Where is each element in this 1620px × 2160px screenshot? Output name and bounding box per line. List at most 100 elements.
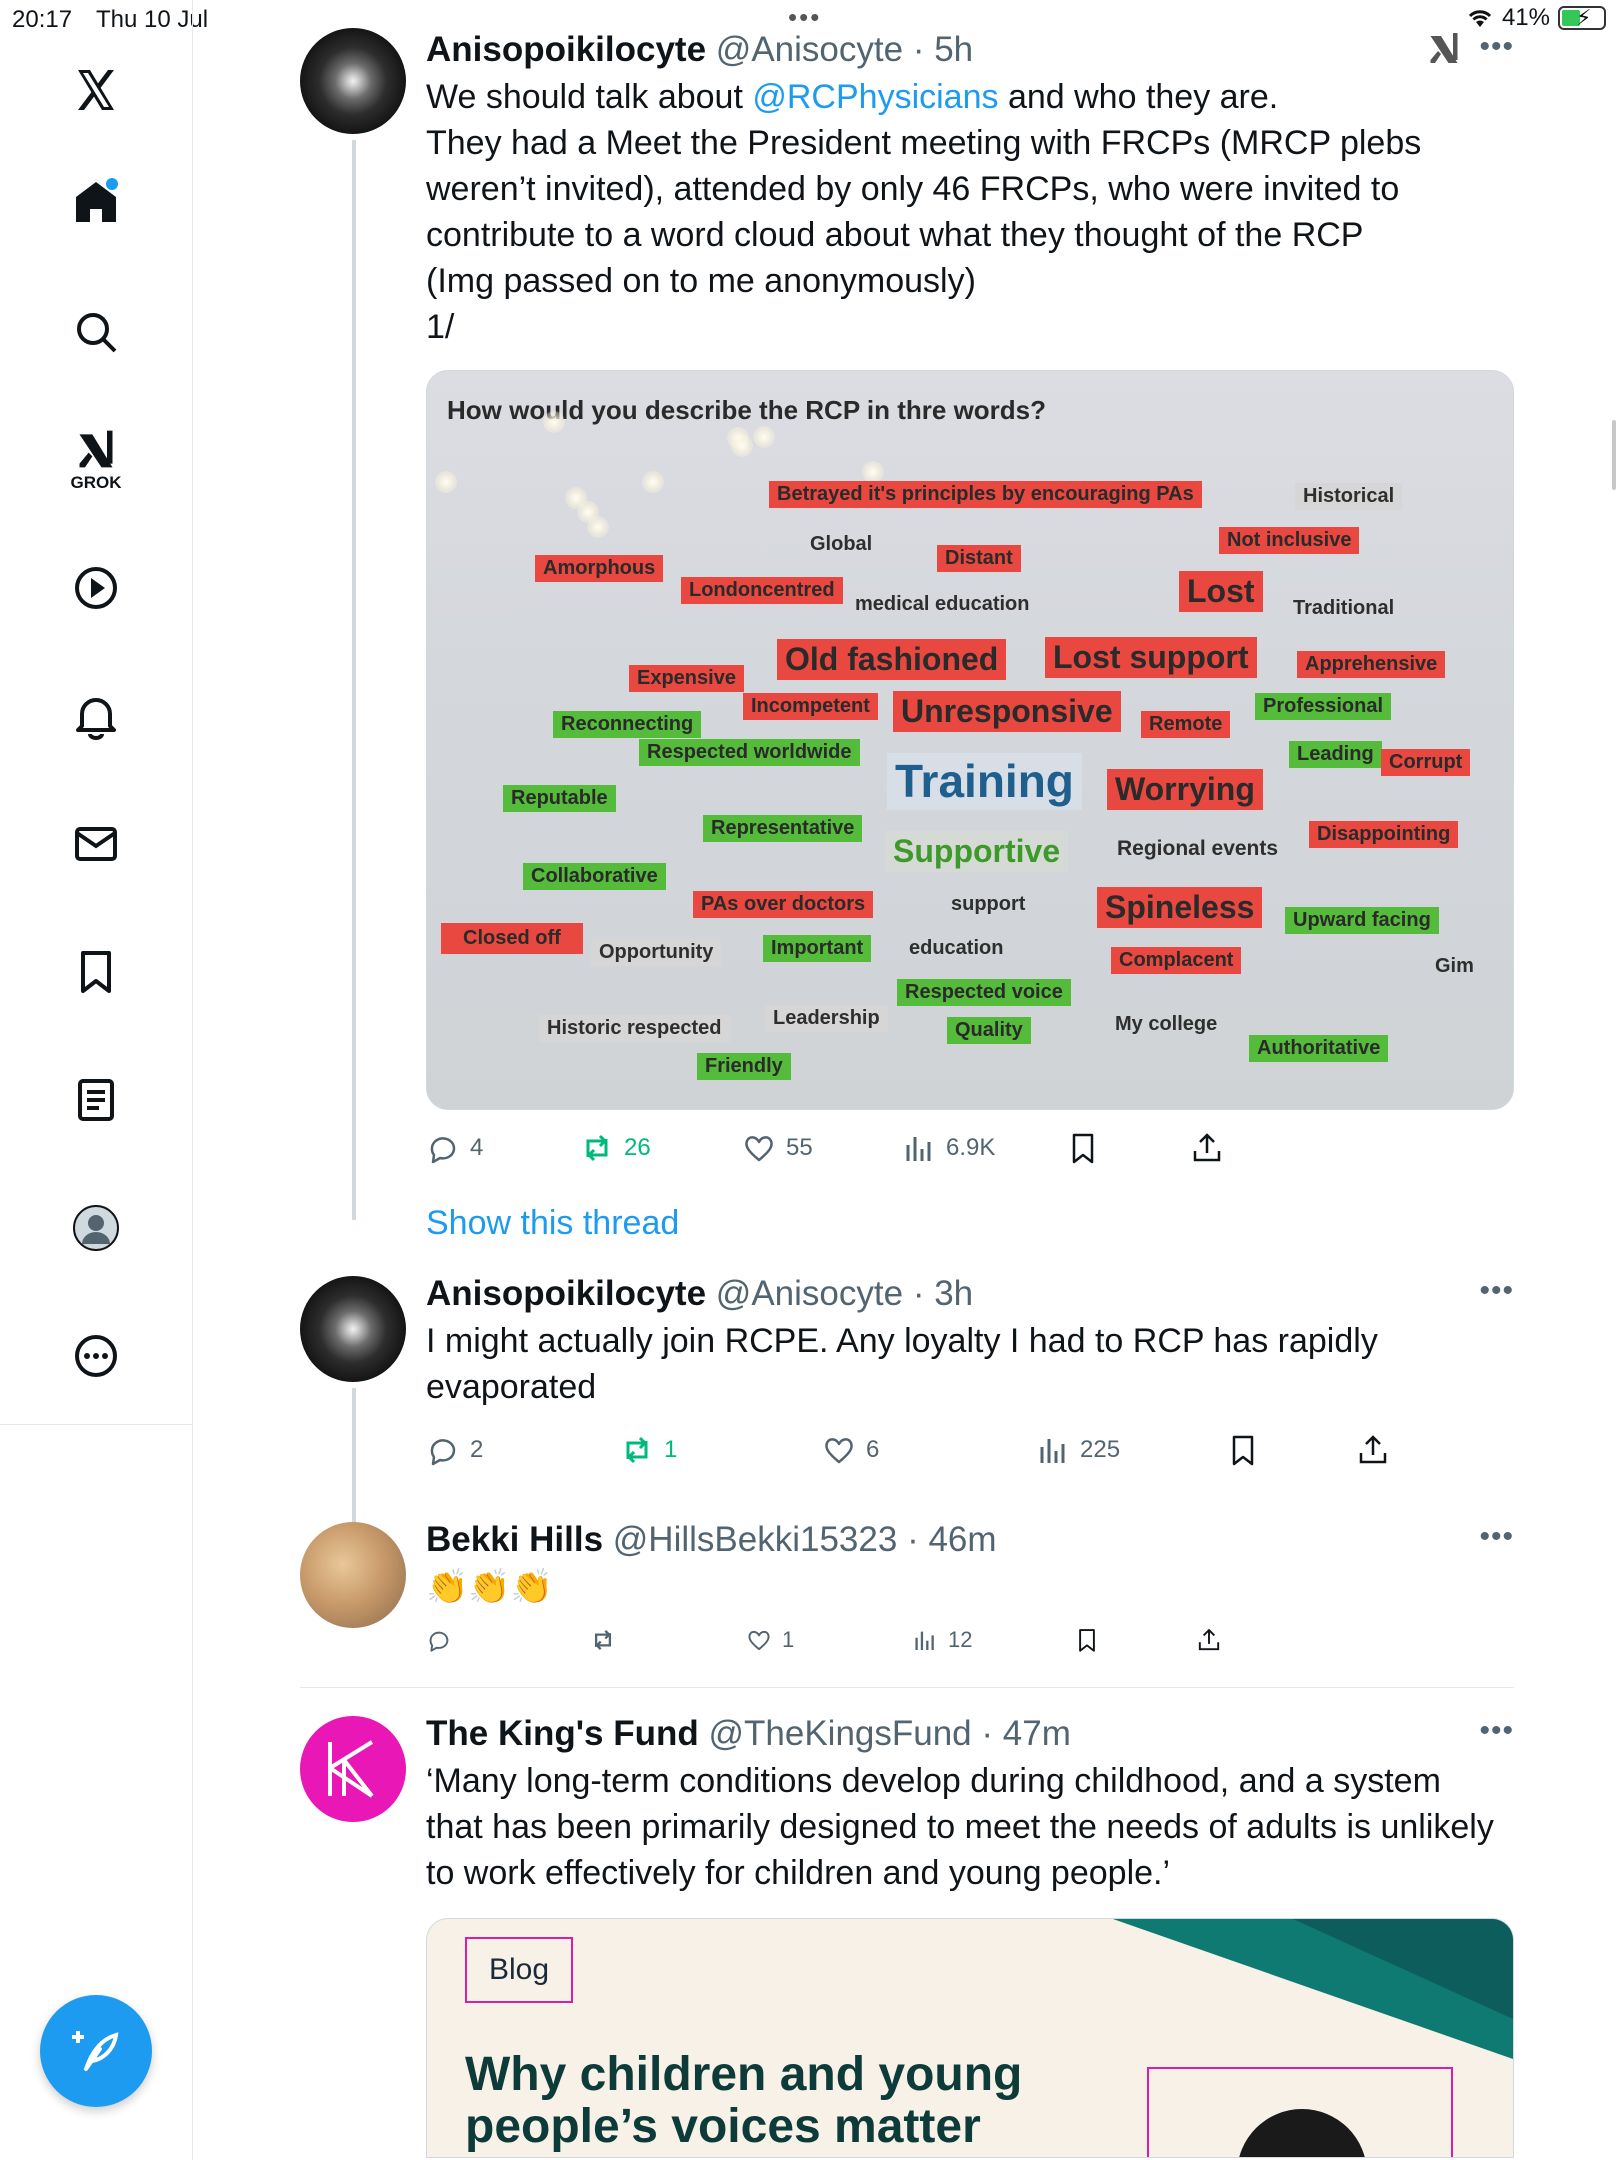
reply-button[interactable]: 2 [426, 1422, 483, 1478]
word-tag: Leadership [765, 1005, 888, 1032]
link-preview-card[interactable]: Blog Why children and young people’s voi… [426, 1918, 1514, 2158]
word-tag: Respected voice [897, 979, 1071, 1006]
author-handle[interactable]: @Anisocyte [716, 30, 903, 69]
word-tag: medical education [855, 593, 1030, 615]
nav-bookmarks[interactable] [48, 924, 144, 1020]
word-tag: Spineless [1097, 887, 1263, 928]
compose-feather-icon [72, 2031, 119, 2071]
word-tag: Worrying [1107, 769, 1263, 810]
more-options-icon[interactable]: ••• [1479, 1274, 1514, 1308]
author-name[interactable]: Anisopoikilocyte [426, 1274, 706, 1313]
notification-dot [106, 178, 118, 190]
more-options-icon[interactable]: ••• [1479, 1714, 1514, 1748]
author-name[interactable]: Anisopoikilocyte [426, 30, 706, 69]
bookmark-icon [81, 951, 111, 993]
word-tag: Historical [1295, 483, 1403, 510]
nav-grok[interactable]: GROK [48, 412, 144, 508]
mention-link[interactable]: @RCPhysicians [752, 78, 998, 116]
more-options-icon[interactable]: ••• [1479, 30, 1514, 64]
nav-messages[interactable] [48, 796, 144, 892]
like-button[interactable]: 6 [822, 1422, 879, 1478]
play-icon [75, 567, 117, 609]
tweet-header: Anisopoikilocyte @Anisocyte · 5h [426, 28, 1514, 72]
author-avatar[interactable] [300, 28, 406, 134]
bookmark-icon [1232, 1435, 1254, 1466]
show-thread-link[interactable]: Show this thread [426, 1204, 1514, 1243]
word-cloud-image[interactable]: How would you describe the RCP in thre w… [426, 370, 1514, 1110]
word-tag: Global [810, 533, 873, 555]
compose-button[interactable] [40, 1995, 152, 2107]
nav-notifications[interactable] [48, 668, 144, 764]
word-tag: Collaborative [523, 863, 666, 890]
nav-video[interactable] [48, 540, 144, 636]
card-title: Why children and young people’s voices m… [465, 2048, 1023, 2153]
author-avatar[interactable] [300, 1716, 406, 1822]
more-options-icon[interactable]: ••• [1479, 1520, 1514, 1554]
author-handle[interactable]: @Anisocyte [716, 1274, 903, 1313]
nav-articles[interactable] [48, 1052, 144, 1148]
share-icon [1198, 1628, 1220, 1651]
bookmark-button[interactable] [1066, 1120, 1100, 1176]
word-tag: Reputable [503, 785, 616, 812]
bookmark-button[interactable] [1226, 1422, 1260, 1478]
share-button[interactable] [1196, 1620, 1222, 1660]
word-tag: Representative [703, 815, 863, 842]
card-decoration [1293, 1919, 1513, 2019]
author-name[interactable]: Bekki Hills [426, 1520, 603, 1559]
reply-count: 4 [470, 1134, 484, 1161]
tweet-time[interactable]: · 3h [913, 1274, 973, 1313]
views-chart-icon [915, 1631, 934, 1650]
nav-more[interactable] [48, 1308, 144, 1404]
nav-home[interactable] [48, 154, 144, 250]
battery-icon: ⚡ [1558, 5, 1606, 30]
word-tag: Corrupt [1381, 749, 1471, 776]
thread-line [352, 140, 356, 1220]
author-handle[interactable]: @HillsBekki15323 [613, 1520, 898, 1559]
tweet-text: 👏👏👏 [426, 1568, 554, 1606]
article-icon [78, 1079, 114, 1121]
like-button[interactable]: 1 [746, 1620, 794, 1660]
share-button[interactable] [1190, 1120, 1224, 1176]
author-handle[interactable]: @TheKingsFund [708, 1714, 971, 1753]
scrollbar[interactable] [1612, 420, 1616, 490]
repost-button[interactable] [590, 1620, 616, 1660]
views-button[interactable]: 12 [912, 1620, 972, 1660]
tweet-text: ‘Many long-term conditions develop durin… [426, 1762, 1494, 1892]
word-tag: Lost [1179, 571, 1263, 612]
share-icon [1359, 1435, 1387, 1464]
share-button[interactable] [1356, 1422, 1390, 1478]
bell-icon [76, 698, 116, 740]
reply-button[interactable]: 4 [426, 1120, 483, 1176]
author-avatar[interactable] [300, 1522, 406, 1628]
author-name[interactable]: The King's Fund [426, 1714, 699, 1753]
more-circle-icon [75, 1335, 117, 1377]
repost-icon [626, 1436, 648, 1464]
tweet-text: We should talk about @RCPhysicians and w… [426, 78, 1422, 346]
reply-button[interactable] [426, 1620, 452, 1660]
tweet-3[interactable]: Bekki Hills @HillsBekki15323 · 46m ••• 👏… [300, 1518, 1514, 1688]
repost-button[interactable]: 1 [620, 1422, 677, 1478]
nav-profile[interactable] [48, 1180, 144, 1276]
tweet-time[interactable]: · 46m [907, 1520, 996, 1559]
views-button[interactable]: 225 [1036, 1422, 1120, 1478]
heart-icon [745, 1136, 773, 1162]
repost-button[interactable]: 26 [580, 1120, 651, 1176]
like-count: 6 [866, 1436, 880, 1463]
word-tag: Disappointing [1309, 821, 1459, 848]
word-tag: PAs over doctors [693, 891, 874, 918]
like-button[interactable]: 55 [742, 1120, 813, 1176]
nav-search[interactable] [48, 284, 144, 380]
tweet-header: Anisopoikilocyte @Anisocyte · 3h [426, 1272, 1514, 1316]
tweet-time[interactable]: · 47m [981, 1714, 1070, 1753]
word-tag: education [909, 937, 1004, 959]
author-avatar[interactable] [300, 1276, 406, 1382]
x-logo-icon[interactable] [48, 42, 144, 138]
views-button[interactable]: 6.9K [902, 1120, 995, 1176]
tweet-actions: 4 26 55 6.9K [426, 1120, 1514, 1176]
wifi-icon [1468, 10, 1492, 27]
word-tag: Upward facing [1285, 907, 1439, 934]
tweet-time[interactable]: · 5h [913, 30, 973, 69]
word-tag: Complacent [1111, 947, 1242, 974]
word-tag: Reconnecting [553, 711, 702, 738]
bookmark-button[interactable] [1074, 1620, 1100, 1660]
